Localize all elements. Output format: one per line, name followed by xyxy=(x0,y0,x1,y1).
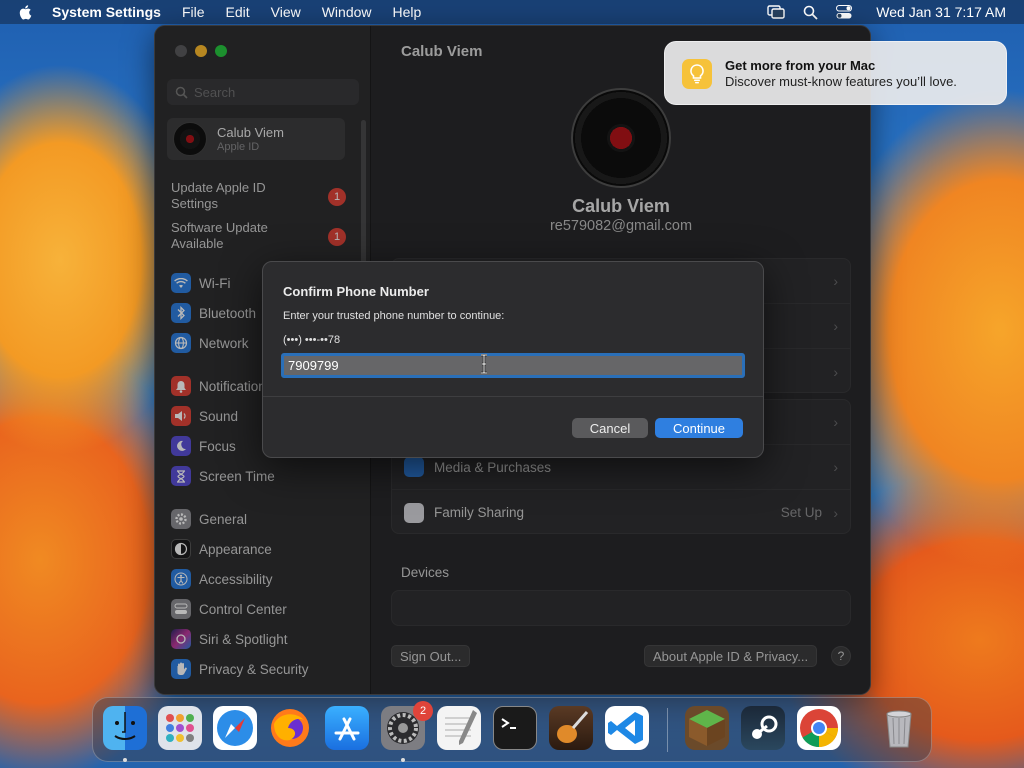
dialog-title: Confirm Phone Number xyxy=(283,284,429,299)
menu-window[interactable]: Window xyxy=(322,4,372,20)
safari-icon[interactable] xyxy=(213,706,257,750)
notification-body: Discover must-know features you’ll love. xyxy=(725,74,957,89)
textedit-icon[interactable] xyxy=(437,706,481,750)
menu-help[interactable]: Help xyxy=(393,4,422,20)
lightbulb-icon xyxy=(682,59,712,89)
app-store-icon[interactable] xyxy=(325,706,369,750)
menu-view[interactable]: View xyxy=(271,4,301,20)
continue-button[interactable]: Continue xyxy=(655,418,743,438)
phone-number-field[interactable] xyxy=(281,353,745,378)
masked-phone-number: (•••) •••-••78 xyxy=(283,334,341,346)
notification-banner[interactable]: Get more from your Mac Discover must-kno… xyxy=(664,41,1007,105)
running-indicator xyxy=(401,758,405,762)
phone-number-input[interactable] xyxy=(284,356,742,375)
launchpad-icon[interactable] xyxy=(158,706,202,750)
trash-icon[interactable] xyxy=(877,706,921,750)
notification-badge: 2 xyxy=(413,701,433,721)
control-center-icon[interactable] xyxy=(836,5,853,19)
firefox-icon[interactable] xyxy=(268,706,312,750)
finder-icon[interactable] xyxy=(103,706,147,750)
screen-mirroring-icon[interactable] xyxy=(767,5,785,19)
running-indicator xyxy=(123,758,127,762)
chrome-icon[interactable] xyxy=(797,706,841,750)
steam-icon[interactable] xyxy=(741,706,785,750)
menu-clock[interactable]: Wed Jan 31 7:17 AM xyxy=(876,4,1006,20)
text-cursor-icon xyxy=(481,354,487,374)
dialog-prompt: Enter your trusted phone number to conti… xyxy=(283,310,505,322)
menu-app-name[interactable]: System Settings xyxy=(52,4,161,20)
cancel-button[interactable]: Cancel xyxy=(572,418,648,438)
spotlight-search-icon[interactable] xyxy=(803,5,818,20)
minecraft-icon[interactable] xyxy=(685,706,729,750)
garageband-icon[interactable] xyxy=(549,706,593,750)
menu-edit[interactable]: Edit xyxy=(226,4,250,20)
menu-bar: System Settings File Edit View Window He… xyxy=(0,0,1024,24)
vscode-icon[interactable] xyxy=(605,706,649,750)
dialog-divider xyxy=(263,396,763,397)
apple-menu-icon[interactable] xyxy=(18,4,34,20)
terminal-icon[interactable] xyxy=(493,706,537,750)
menu-file[interactable]: File xyxy=(182,4,205,20)
dock: 2 xyxy=(92,697,932,762)
notification-title: Get more from your Mac xyxy=(725,58,876,73)
confirm-phone-dialog: Confirm Phone Number Enter your trusted … xyxy=(262,261,764,458)
dock-separator xyxy=(667,708,668,752)
